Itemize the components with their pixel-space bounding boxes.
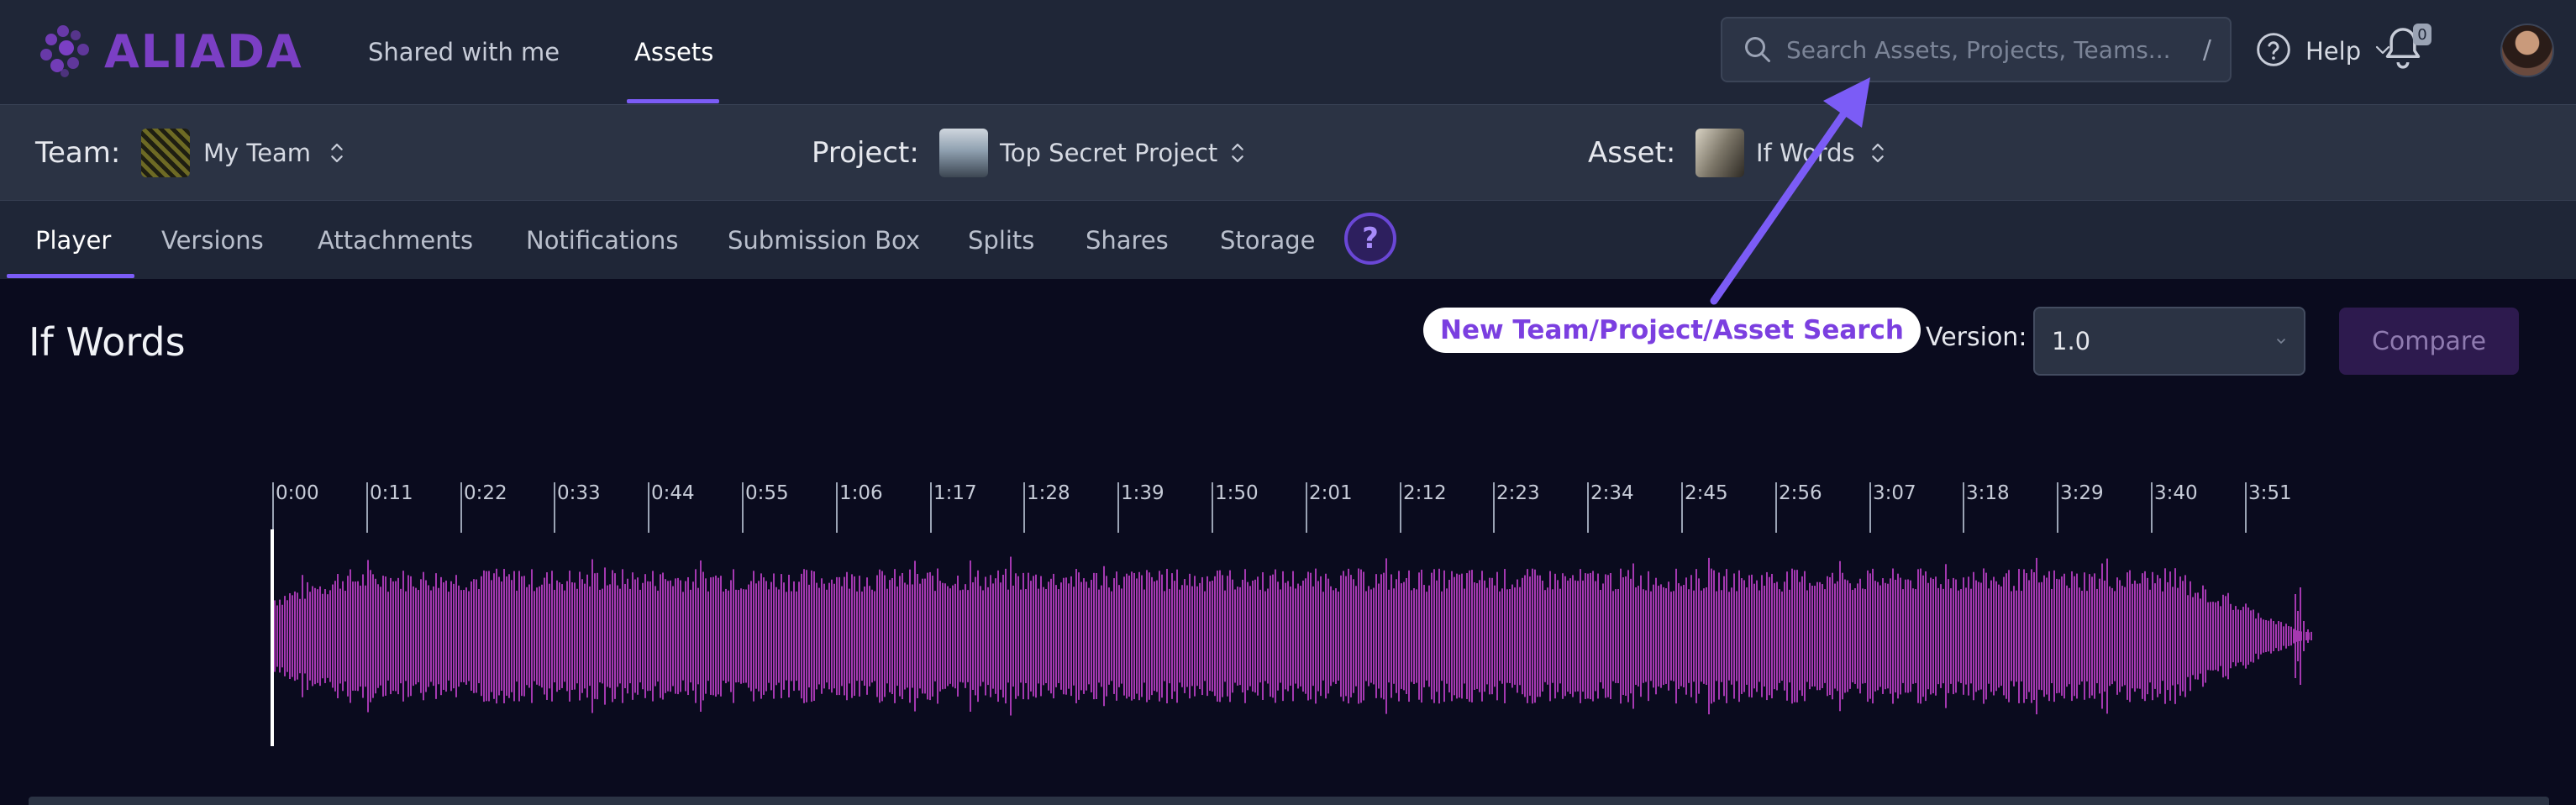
chevron-down-icon <box>2277 339 2285 345</box>
timeline-tick-label: 3:07 <box>1873 482 1916 504</box>
updown-chevron-icon[interactable] <box>329 139 344 167</box>
global-search[interactable]: / <box>1721 17 2232 82</box>
top-navbar: ALIADA Shared with me Assets / Help 0 <box>0 0 2576 104</box>
timeline-tick-label: 1:17 <box>933 482 977 504</box>
help-menu[interactable]: Help <box>2255 30 2393 72</box>
tab-versions[interactable]: Versions <box>161 201 264 280</box>
logo-mark-icon <box>39 24 94 79</box>
nav-assets[interactable]: Assets <box>634 0 713 104</box>
tab-notifications[interactable]: Notifications <box>526 201 679 280</box>
nav-active-indicator <box>627 99 719 103</box>
timeline-tick-label: 2:56 <box>1779 482 1822 504</box>
timeline-tick-label: 0:00 <box>276 482 319 504</box>
timeline-tick-label: 1:06 <box>839 482 883 504</box>
timeline-tick-label: 2:34 <box>1590 482 1634 504</box>
project-label: Project: <box>812 136 919 170</box>
team-label: Team: <box>35 136 121 170</box>
timeline-tick-label: 0:44 <box>651 482 695 504</box>
tab-submission-box[interactable]: Submission Box <box>728 201 920 280</box>
asset-label: Asset: <box>1588 136 1676 170</box>
asset-tabs: Player Versions Attachments Notification… <box>0 200 2576 279</box>
search-icon <box>1741 33 1774 66</box>
asset-title: If Words <box>29 319 186 365</box>
timeline-tick-label: 2:12 <box>1403 482 1447 504</box>
project-selector[interactable]: Top Secret Project <box>1000 105 1217 201</box>
timeline-tick-label: 0:22 <box>464 482 507 504</box>
player-controls-edge <box>29 797 2549 805</box>
timeline-tick-label: 3:18 <box>1966 482 2010 504</box>
version-select[interactable]: 1.0 <box>2033 307 2305 376</box>
timeline-tick-label: 1:50 <box>1215 482 1259 504</box>
user-avatar[interactable] <box>2500 24 2554 77</box>
notification-count-badge: 0 <box>2413 24 2431 45</box>
aliada-logo[interactable]: ALIADA <box>39 22 303 81</box>
tab-player[interactable]: Player <box>35 201 111 280</box>
tab-shares[interactable]: Shares <box>1086 201 1169 280</box>
audio-waveform[interactable] <box>0 521 2576 756</box>
tabs-help-button[interactable]: ? <box>1344 213 1396 265</box>
compare-button[interactable]: Compare <box>2339 308 2519 375</box>
version-value: 1.0 <box>2052 327 2091 355</box>
annotation-arrow <box>1710 77 1870 305</box>
timeline-tick-label: 0:33 <box>557 482 601 504</box>
notifications-button[interactable]: 0 <box>2379 24 2433 77</box>
timeline-tick-label: 1:39 <box>1121 482 1164 504</box>
tab-storage[interactable]: Storage <box>1220 201 1315 280</box>
timeline-tick-label: 3:29 <box>2060 482 2104 504</box>
timeline-tick-label: 0:11 <box>370 482 413 504</box>
waveform-bars <box>274 556 2312 716</box>
context-bar: Team: My Team Project: Top Secret Projec… <box>0 104 2576 200</box>
search-shortcut-hint: / <box>2202 34 2211 65</box>
timeline-tick-label: 2:45 <box>1685 482 1728 504</box>
updown-chevron-icon[interactable] <box>1230 139 1245 167</box>
timeline-tick-label: 2:23 <box>1496 482 1540 504</box>
playhead[interactable] <box>271 529 274 746</box>
tab-active-indicator <box>7 274 134 278</box>
search-input[interactable] <box>1786 35 2203 64</box>
help-circle-icon <box>2255 31 2292 71</box>
timeline-tick-label: 0:55 <box>745 482 789 504</box>
team-thumbnail <box>141 129 190 177</box>
project-thumbnail <box>939 129 988 177</box>
timeline-tick-label: 2:01 <box>1309 482 1353 504</box>
timeline-tick-label: 3:40 <box>2154 482 2198 504</box>
version-label: Version: <box>1926 323 2027 352</box>
timeline-tick-label: 3:51 <box>2248 482 2292 504</box>
annotation-callout: New Team/Project/Asset Search <box>1423 308 1921 353</box>
bell-icon <box>2379 28 2426 77</box>
logo-text: ALIADA <box>104 24 303 78</box>
help-label: Help <box>2305 37 2362 66</box>
tab-splits[interactable]: Splits <box>968 201 1034 280</box>
nav-shared-with-me[interactable]: Shared with me <box>368 0 560 104</box>
tab-attachments[interactable]: Attachments <box>318 201 473 280</box>
timeline-tick-label: 1:28 <box>1027 482 1070 504</box>
team-selector[interactable]: My Team <box>203 105 311 201</box>
